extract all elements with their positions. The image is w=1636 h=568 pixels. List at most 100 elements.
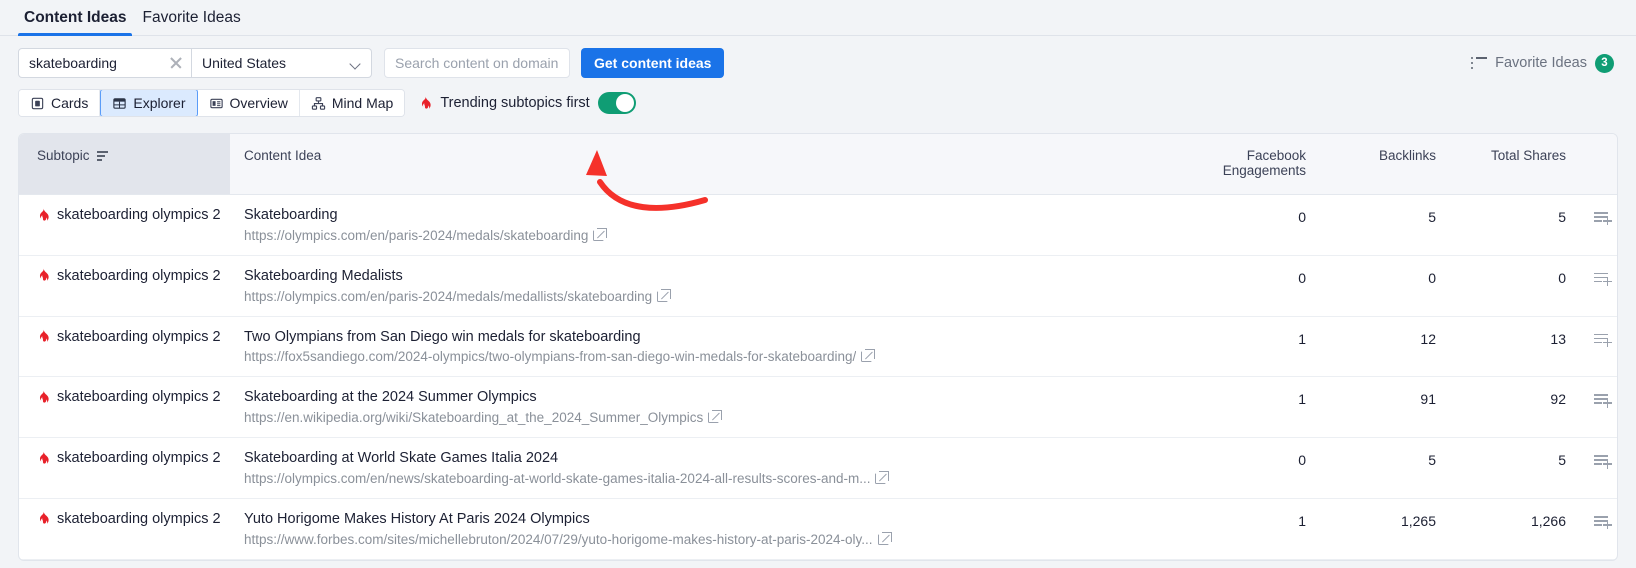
column-header-backlinks[interactable]: Backlinks [1320,134,1450,195]
view-mode-explorer-label: Explorer [133,95,185,111]
row-title[interactable]: Skateboarding at World Skate Games Itali… [244,450,1166,466]
row-url[interactable]: https://olympics.com/en/paris-2024/medal… [244,289,652,304]
keyword-value: skateboarding [29,55,169,71]
column-header-facebook-engagements[interactable]: Facebook Engagements [1180,134,1320,195]
favorite-ideas-label: Favorite Ideas [1495,55,1587,71]
row-subtopic-cell[interactable]: skateboarding olympics 2 [19,195,230,256]
add-to-list-icon[interactable] [1594,454,1612,468]
add-to-list-icon[interactable] [1594,393,1612,407]
row-content-idea-cell: Skateboarding at the 2024 Summer Olympic… [230,377,1180,438]
domain-search-input[interactable]: Search content on domain [384,48,570,78]
view-mode-cards-label: Cards [51,95,88,111]
external-link-icon[interactable] [878,534,889,545]
row-url[interactable]: https://en.wikipedia.org/wiki/Skateboard… [244,410,703,425]
flame-icon [37,268,50,283]
get-content-ideas-button[interactable]: Get content ideas [581,48,724,78]
sort-icon[interactable] [97,151,110,161]
row-backlinks: 0 [1320,255,1450,316]
row-title[interactable]: Skateboarding at the 2024 Summer Olympic… [244,389,1166,405]
view-mode-explorer[interactable]: Explorer [100,89,197,117]
view-mode-overview[interactable]: Overview [198,90,300,116]
row-facebook-engagements: 1 [1180,377,1320,438]
row-facebook-engagements: 1 [1180,498,1320,559]
row-title[interactable]: Two Olympians from San Diego win medals … [244,329,1166,345]
favorite-ideas-count-badge: 3 [1595,54,1614,73]
table-row[interactable]: skateboarding olympics 2 Skateboarding at… [19,377,1618,438]
row-url[interactable]: https://olympics.com/en/paris-2024/medal… [244,228,588,243]
tab-content-ideas-label: Content Ideas [24,9,126,26]
view-mode-cards[interactable]: Cards [19,90,100,116]
row-subtopic-label: skateboarding olympics 2 [57,389,221,405]
chevron-down-icon [350,60,361,67]
column-header-total-shares-label: Total Shares [1491,148,1566,163]
row-title[interactable]: Skateboarding [244,207,1166,223]
view-mode-row: Cards Explorer Over [0,78,1636,117]
table-row[interactable]: skateboarding olympics 2 Skateboarding Me… [19,255,1618,316]
row-backlinks: 5 [1320,195,1450,256]
row-subtopic-cell[interactable]: skateboarding olympics 2 [19,316,230,377]
external-link-icon[interactable] [657,291,668,302]
column-header-content-idea[interactable]: Content Idea [230,134,1180,195]
table-body: skateboarding olympics 2 Skateboarding htt… [19,195,1618,560]
add-to-list-icon[interactable] [1594,272,1612,286]
row-total-shares: 1,266 [1450,498,1580,559]
tab-favorite-ideas[interactable]: Favorite Ideas [136,9,246,35]
view-mode-mind-map[interactable]: Mind Map [300,90,404,116]
row-title[interactable]: Skateboarding Medalists [244,268,1166,284]
table-row[interactable]: skateboarding olympics 2 Two Olympians fr… [19,316,1618,377]
row-total-shares: 0 [1450,255,1580,316]
row-subtopic-cell[interactable]: skateboarding olympics 2 [19,498,230,559]
external-link-icon[interactable] [861,351,872,362]
flame-icon [37,511,50,526]
row-backlinks: 5 [1320,438,1450,499]
row-actions-cell [1580,438,1618,499]
external-link-icon[interactable] [593,230,604,241]
view-mode-segmented-control: Cards Explorer Over [18,89,405,117]
row-subtopic-cell[interactable]: skateboarding olympics 2 [19,377,230,438]
row-backlinks: 91 [1320,377,1450,438]
trending-subtopics-toggle[interactable] [598,92,636,114]
row-url[interactable]: https://fox5sandiego.com/2024-olympics/t… [244,349,856,364]
row-subtopic-cell[interactable]: skateboarding olympics 2 [19,438,230,499]
table-row[interactable]: skateboarding olympics 2 Skateboarding at… [19,438,1618,499]
row-title[interactable]: Yuto Horigome Makes History At Paris 202… [244,511,1166,527]
column-header-content-idea-label: Content Idea [244,148,321,163]
flame-icon [419,96,432,111]
trending-subtopics-control: Trending subtopics first [419,92,635,114]
row-backlinks: 12 [1320,316,1450,377]
content-ideas-page: Content Ideas Favorite Ideas skateboardi… [0,0,1636,568]
add-to-list-icon[interactable] [1594,333,1612,347]
flame-icon [37,329,50,344]
domain-placeholder: Search content on domain [395,55,558,71]
row-facebook-engagements: 0 [1180,438,1320,499]
clear-keyword-icon[interactable] [169,56,183,70]
keyword-input[interactable]: skateboarding [18,48,192,78]
external-link-icon[interactable] [708,412,719,423]
row-total-shares: 5 [1450,438,1580,499]
add-to-list-icon[interactable] [1594,211,1612,225]
row-actions-cell [1580,498,1618,559]
row-subtopic-label: skateboarding olympics 2 [57,268,221,284]
column-header-facebook-line2: Engagements [1223,163,1306,178]
column-header-total-shares[interactable]: Total Shares [1450,134,1580,195]
row-content-idea-cell: Two Olympians from San Diego win medals … [230,316,1180,377]
table-row[interactable]: skateboarding olympics 2 Skateboarding htt… [19,195,1618,256]
overview-icon [209,96,224,111]
row-subtopic-label: skateboarding olympics 2 [57,207,221,223]
row-subtopic-label: skateboarding olympics 2 [57,450,221,466]
content-ideas-table: Subtopic Content Idea Facebook Engagemen… [18,133,1618,561]
row-content-idea-cell: Yuto Horigome Makes History At Paris 202… [230,498,1180,559]
tab-content-ideas[interactable]: Content Ideas [18,9,132,35]
row-subtopic-cell[interactable]: skateboarding olympics 2 [19,255,230,316]
row-total-shares: 5 [1450,195,1580,256]
country-select[interactable]: United States [192,48,372,78]
column-header-subtopic[interactable]: Subtopic [19,134,230,195]
external-link-icon[interactable] [875,473,886,484]
table-row[interactable]: skateboarding olympics 2 Yuto Horigome Ma… [19,498,1618,559]
add-to-list-icon[interactable] [1594,515,1612,529]
row-url[interactable]: https://olympics.com/en/news/skateboardi… [244,471,870,486]
row-actions-cell [1580,316,1618,377]
favorite-ideas-button[interactable]: Favorite Ideas 3 [1471,54,1618,73]
row-facebook-engagements: 0 [1180,255,1320,316]
row-url[interactable]: https://www.forbes.com/sites/michellebru… [244,532,873,547]
